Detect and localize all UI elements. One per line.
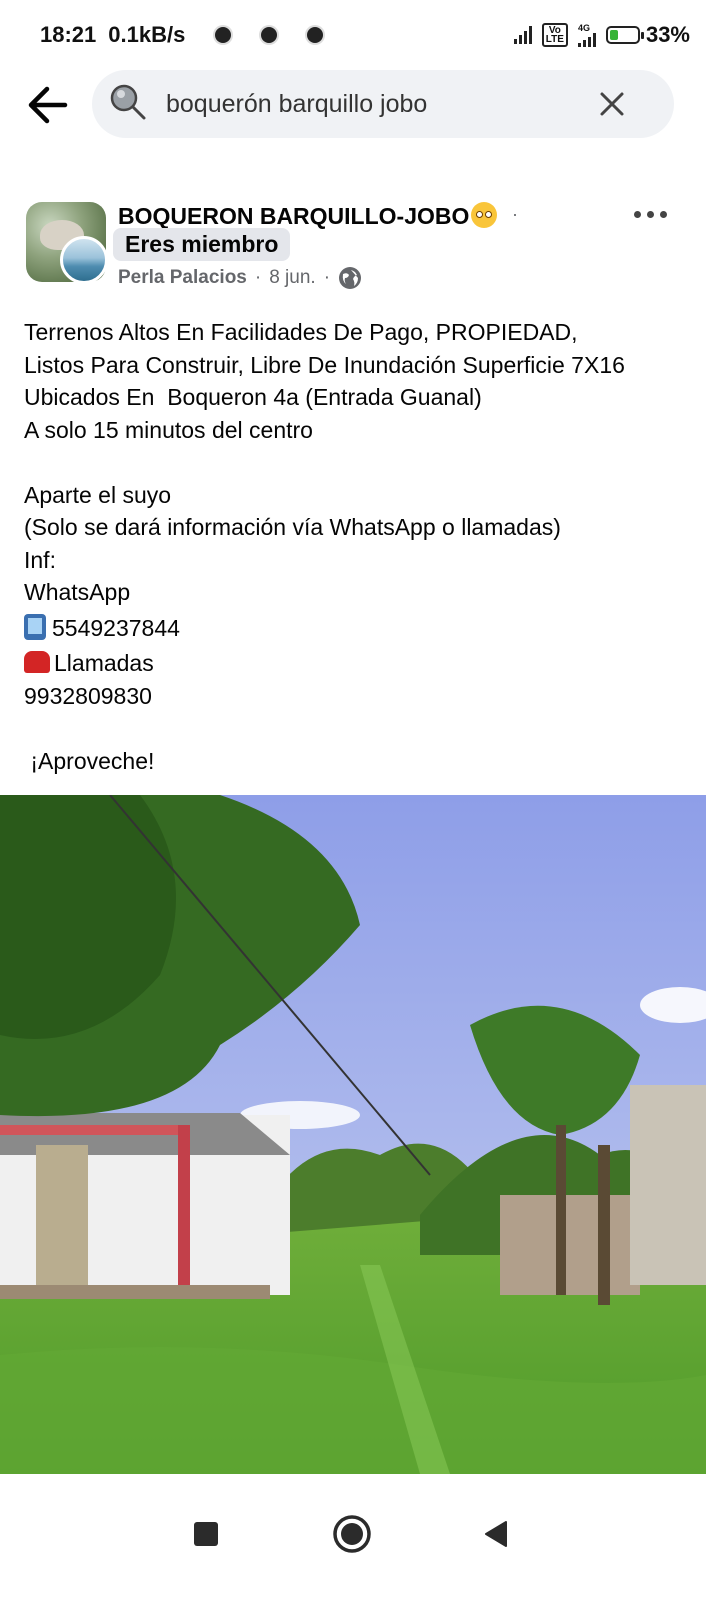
meta-separator: · xyxy=(254,267,262,288)
post-line: Aparte el suyo xyxy=(24,481,172,508)
post-text: Terrenos Altos En Facilidades De Pago, P… xyxy=(24,316,694,777)
group-avatar[interactable] xyxy=(26,202,110,286)
whatsapp-line: 5549237844 xyxy=(24,612,694,645)
notification-icon xyxy=(215,27,232,43)
status-left: 18:21 0.1kB/s xyxy=(40,22,324,48)
group-name[interactable]: BOQUERON BARQUILLO-JOBO xyxy=(118,202,498,230)
closing-line: ¡Aproveche! xyxy=(24,747,155,774)
calls-line: Llamadas xyxy=(24,647,694,680)
back-button[interactable] xyxy=(22,82,72,128)
post-date[interactable]: 8 jun. xyxy=(269,267,315,289)
square-icon xyxy=(194,1522,218,1546)
home-button[interactable] xyxy=(322,1504,382,1564)
system-nav-bar xyxy=(0,1474,720,1600)
post-photo-image xyxy=(0,795,706,1474)
system-back-button[interactable] xyxy=(466,1504,526,1564)
meta-separator: · xyxy=(323,267,331,288)
post-line: Listos Para Construir, Libre De Inundaci… xyxy=(24,351,625,378)
post-line: Terrenos Altos En Facilidades De Pago, P… xyxy=(24,319,578,345)
status-right: Vo LTE 4G 33% xyxy=(513,22,690,48)
recents-button[interactable] xyxy=(176,1504,236,1564)
network-type: 4G xyxy=(577,22,590,33)
search-header: boquerón barquillo jobo xyxy=(0,70,720,140)
triangle-back-icon xyxy=(485,1521,507,1547)
flushed-face-emoji xyxy=(471,202,498,228)
post-line: WhatsApp xyxy=(24,579,131,605)
more-dot xyxy=(647,210,654,218)
signal-icon xyxy=(577,32,596,47)
post-line xyxy=(24,446,694,479)
back-arrow-icon xyxy=(28,86,68,124)
group-separator: · xyxy=(512,204,518,224)
status-time: 18:21 xyxy=(40,22,97,47)
post-header: BOQUERON BARQUILLO-JOBO · Eres miembro P… xyxy=(0,200,720,300)
user-avatar xyxy=(60,236,108,284)
notification-icon xyxy=(261,27,278,43)
calls-label: Llamadas xyxy=(54,650,154,676)
post-meta: Perla Palacios · 8 jun. · xyxy=(118,266,362,290)
more-options-icon xyxy=(634,210,641,218)
globe-icon xyxy=(339,267,362,289)
telephone-icon xyxy=(24,651,50,673)
group-name-text: BOQUERON BARQUILLO-JOBO xyxy=(118,203,470,229)
battery-level xyxy=(609,30,618,40)
status-network-speed: 0.1kB/s xyxy=(108,22,186,47)
mobile-data-indicator: 4G xyxy=(577,22,596,47)
post-line: Ubicados En Boqueron 4a (Entrada Guanal) xyxy=(24,384,482,410)
battery-percent: 33% xyxy=(645,22,690,47)
more-options-button[interactable] xyxy=(634,204,674,224)
volte-icon: Vo LTE xyxy=(541,23,568,47)
post-line-blank xyxy=(24,712,694,745)
post-line: A solo 15 minutos del centro xyxy=(24,416,313,443)
post-photo[interactable] xyxy=(0,795,706,1474)
battery-indicator: 33% xyxy=(605,22,690,48)
notification-icon xyxy=(307,27,324,43)
battery-icon xyxy=(605,26,644,44)
search-query: boquerón barquillo jobo xyxy=(166,89,428,118)
member-badge: Eres miembro xyxy=(113,228,291,261)
whatsapp-number[interactable]: 5549237844 xyxy=(52,615,180,641)
post-line: Inf: xyxy=(24,546,56,573)
post-line: (Solo se dará información vía WhatsApp o… xyxy=(24,514,561,540)
search-icon xyxy=(110,84,146,120)
mobile-phone-icon xyxy=(24,613,46,640)
close-icon[interactable] xyxy=(598,90,626,118)
status-bar: 18:21 0.1kB/s Vo LTE 4G 33% xyxy=(0,0,720,70)
circle-icon xyxy=(333,1515,371,1553)
search-input[interactable]: boquerón barquillo jobo xyxy=(92,70,674,138)
post-author[interactable]: Perla Palacios xyxy=(118,267,247,289)
more-dot xyxy=(660,210,667,218)
signal-icon xyxy=(513,26,532,44)
calls-number[interactable]: 9932809830 xyxy=(24,680,694,713)
